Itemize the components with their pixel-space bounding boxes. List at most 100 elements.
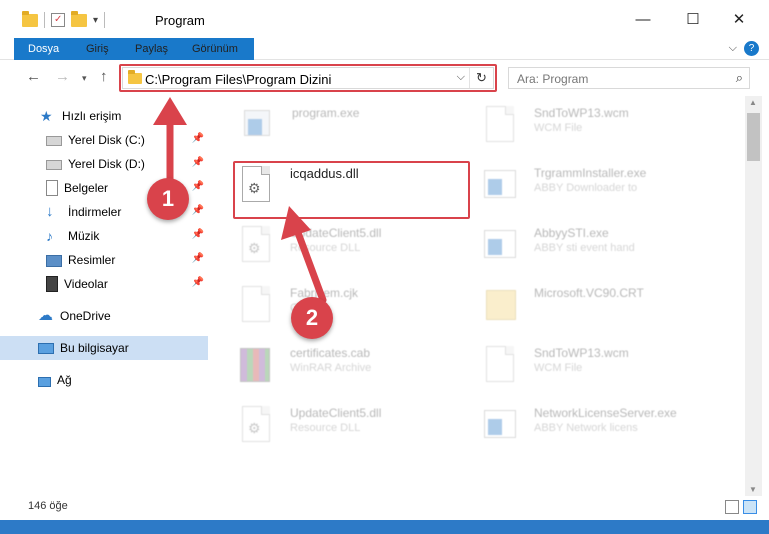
sidebar-item-label: OneDrive <box>60 309 111 323</box>
file-type: ABBY Downloader to <box>534 182 638 194</box>
address-highlight <box>119 64 497 92</box>
sidebar-item-pictures[interactable]: Resimler 📌 <box>0 248 212 272</box>
file-type: Resource DLL <box>290 422 361 434</box>
documents-icon <box>46 180 58 196</box>
download-icon: ↓ <box>46 203 54 220</box>
up-icon[interactable]: ↑ <box>100 68 108 85</box>
ribbon: Dosya Giriş Paylaş Görünüm ⌵ ? <box>0 38 769 60</box>
archive-icon <box>238 346 274 390</box>
file-name: SndToWP13.wcm <box>534 346 629 360</box>
drive-icon <box>46 160 62 170</box>
step-badge-2: 2 <box>291 297 333 339</box>
window-bottom-edge <box>0 520 769 534</box>
file-item[interactable]: SndToWP13.wcm WCM File <box>482 102 722 158</box>
file-item[interactable]: certificates.cab WinRAR Archive <box>238 342 478 398</box>
sidebar-item-onedrive[interactable]: ☁ OneDrive <box>0 304 212 328</box>
file-name: Microsoft.VC90.CRT <box>534 286 644 300</box>
sidebar-item-label: Ağ <box>57 373 72 387</box>
sidebar-item-music[interactable]: ♪ Müzik 📌 <box>0 224 212 248</box>
close-button[interactable]: ✕ <box>716 0 762 38</box>
status-bar: 146 öğe <box>0 496 769 520</box>
item-count: 146 öğe <box>28 500 68 512</box>
file-type: WinRAR Archive <box>290 362 372 374</box>
file-name: certificates.cab <box>290 346 371 360</box>
vertical-scrollbar[interactable]: ▲ ▼ <box>745 96 762 496</box>
search-box[interactable]: Ara: Program ⌕ <box>508 67 750 89</box>
file-type: WCM File <box>534 362 583 374</box>
sidebar-item-label: Bu bilgisayar <box>60 341 129 355</box>
file-item[interactable]: ⚙ UpdateClient5.dll Resource DLL <box>238 402 478 458</box>
sidebar-item-label: Yerel Disk (D:) <box>68 157 145 171</box>
file-name: TrgrammInstaller.exe <box>534 166 647 180</box>
properties-icon[interactable]: ✓ <box>51 13 65 27</box>
exe-icon <box>240 106 276 150</box>
file-item[interactable]: Microsoft.VC90.CRT <box>482 282 722 338</box>
file-icon <box>482 106 518 150</box>
search-icon[interactable]: ⌕ <box>736 70 743 86</box>
file-item[interactable]: SndToWP13.wcm WCM File <box>482 342 722 398</box>
sidebar-item-network[interactable]: Ağ <box>0 368 212 392</box>
folder-icon <box>482 286 518 330</box>
folder-icon[interactable] <box>22 10 38 27</box>
back-icon[interactable]: ← <box>26 68 41 85</box>
file-name: SndToWP13.wcm <box>534 106 629 120</box>
file-item[interactable]: program.exe <box>240 102 480 158</box>
tab-share[interactable]: Paylaş <box>127 38 176 60</box>
maximize-button[interactable]: ☐ <box>670 0 716 38</box>
star-icon: ★ <box>40 108 53 124</box>
recent-locations-icon[interactable]: ▾ <box>82 73 87 84</box>
pin-icon[interactable]: 📌 <box>192 229 204 240</box>
tab-view[interactable]: Görünüm <box>184 38 246 60</box>
sidebar-item-label: Belgeler <box>64 181 109 195</box>
forward-icon[interactable]: → <box>55 68 70 85</box>
minimize-button[interactable]: — <box>620 0 666 38</box>
dll-file-icon: ⚙ <box>238 406 274 450</box>
search-input[interactable]: Ara: Program <box>517 72 588 86</box>
sidebar-item-label: Yerel Disk (C:) <box>68 133 145 147</box>
sidebar-item-this-pc[interactable]: Bu bilgisayar <box>0 336 208 360</box>
file-icon <box>238 286 274 330</box>
chevron-down-icon[interactable]: ⌵ <box>729 42 737 55</box>
scrollbar-thumb[interactable] <box>747 113 760 161</box>
step-badge-1: 1 <box>147 178 189 220</box>
customize-qat-icon[interactable]: ▾ <box>93 15 98 26</box>
file-item[interactable]: AbbyySTI.exe ABBY sti event hand <box>482 222 722 278</box>
scroll-up-icon[interactable]: ▲ <box>749 98 757 107</box>
details-view-icon[interactable] <box>725 500 739 514</box>
file-name: UpdateClient5.dll <box>290 406 382 420</box>
arrow-annotation-2 <box>281 206 327 304</box>
sidebar-item-label: Hızlı erişim <box>62 109 122 123</box>
help-icon[interactable]: ? <box>744 41 759 56</box>
drive-icon <box>46 136 62 146</box>
pin-icon[interactable]: 📌 <box>192 277 204 288</box>
sidebar-item-label: İndirmeler <box>68 205 122 219</box>
exe-icon <box>482 406 518 450</box>
gear-icon: ⚙ <box>248 240 261 256</box>
scroll-down-icon[interactable]: ▼ <box>749 485 757 494</box>
computer-icon <box>38 343 54 354</box>
quick-access-toolbar: ✓ ▾ <box>22 10 106 30</box>
pin-icon[interactable]: 📌 <box>192 253 204 264</box>
new-folder-icon[interactable] <box>71 10 87 27</box>
file-item[interactable]: NetworkLicenseServer.exe ABBY Network li… <box>482 402 722 458</box>
videos-icon <box>46 276 58 292</box>
sidebar-item-label: Müzik <box>68 229 100 243</box>
window-title: Program <box>155 13 205 28</box>
file-name: NetworkLicenseServer.exe <box>534 406 677 420</box>
sidebar-item-label: Resimler <box>68 253 116 267</box>
file-item[interactable]: TrgrammInstaller.exe ABBY Downloader to <box>482 162 722 218</box>
tab-home[interactable]: Giriş <box>78 38 117 60</box>
tiles-view-icon[interactable] <box>743 500 757 514</box>
pictures-icon <box>46 255 62 267</box>
gear-icon: ⚙ <box>248 420 261 436</box>
sidebar-item-label: Videolar <box>64 277 108 291</box>
music-icon: ♪ <box>46 228 53 244</box>
sidebar-item-videos[interactable]: Videolar 📌 <box>0 272 212 296</box>
dll-file-icon: ⚙ <box>238 226 274 270</box>
file-type: ABBY Network licens <box>534 422 638 434</box>
file-type: WCM File <box>534 122 583 134</box>
file-item[interactable]: ⚙ UpdateClient5.dll Resource DLL <box>238 222 478 278</box>
file-item[interactable]: Fabricem.cjk CJK <box>238 282 478 338</box>
file-icon <box>482 346 518 390</box>
file-name: program.exe <box>292 106 360 120</box>
